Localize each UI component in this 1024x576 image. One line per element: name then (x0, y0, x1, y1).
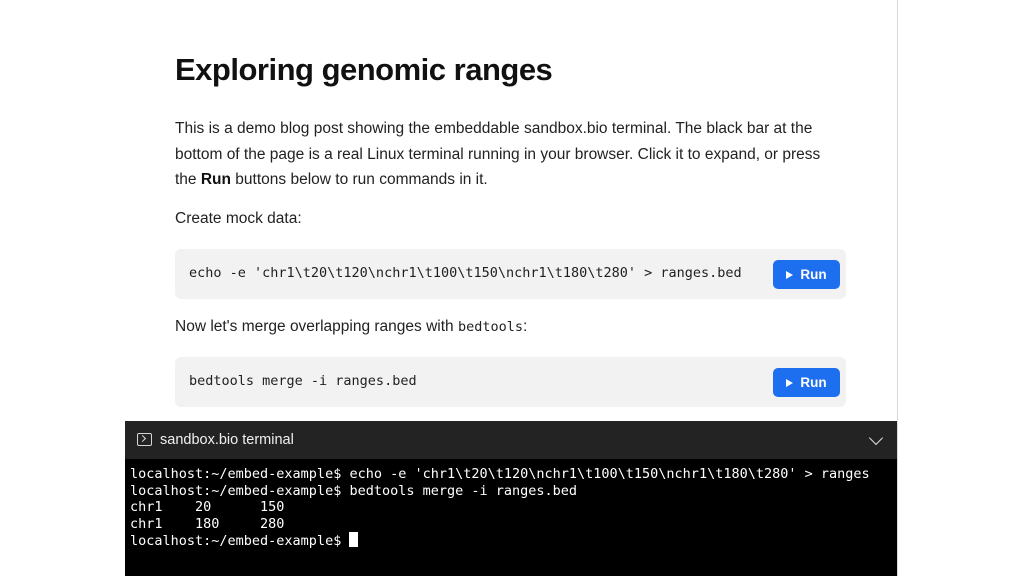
chevron-down-icon[interactable] (868, 430, 884, 446)
terminal-panel[interactable]: sandbox.bio terminal localhost:~/embed-e… (125, 421, 897, 576)
play-icon (786, 270, 794, 279)
page-title: Exploring genomic ranges (175, 52, 553, 87)
step2-label-text: Now let's merge overlapping ranges with (175, 318, 458, 335)
terminal-line: chr1 20 150 (130, 499, 285, 515)
step2-label: Now let's merge overlapping ranges with … (175, 318, 527, 336)
page: Exploring genomic ranges This is a demo … (0, 0, 1024, 576)
terminal-line: localhost:~/embed-example$ bedtools merg… (130, 482, 578, 499)
terminal-cursor (349, 532, 359, 547)
step2-label-colon: : (523, 318, 528, 335)
bedtools-inline-code: bedtools (457, 319, 523, 335)
terminal-line: chr1 180 280 (130, 515, 285, 532)
code-create-data[interactable]: echo -e 'chr1\t20\t120\nchr1\t100\t150\n… (189, 265, 774, 281)
run-button-merge[interactable]: Run (773, 368, 840, 397)
terminal-output[interactable]: localhost:~/embed-example$ echo -e 'chr1… (130, 466, 897, 576)
play-icon (786, 378, 794, 387)
run-button-label: Run (800, 267, 827, 282)
intro-text-end: buttons below to run commands in it. (231, 171, 488, 188)
intro-paragraph: This is a demo blog post showing the emb… (175, 116, 846, 193)
run-button-label: Run (800, 375, 827, 390)
terminal-icon (137, 433, 152, 446)
run-button-create-data[interactable]: Run (773, 260, 840, 289)
code-merge[interactable]: bedtools merge -i ranges.bed (189, 373, 774, 389)
terminal-prompt: localhost:~/embed-example$ (130, 533, 350, 549)
terminal-prompt-line[interactable]: localhost:~/embed-example$ (130, 532, 897, 549)
code-block-merge: bedtools merge -i ranges.bed Run (175, 357, 846, 407)
page-divider (897, 0, 898, 576)
terminal-header[interactable]: sandbox.bio terminal (125, 421, 897, 459)
terminal-line: localhost:~/embed-example$ echo -e 'chr1… (130, 466, 870, 482)
intro-run-bold: Run (200, 171, 231, 188)
terminal-title: sandbox.bio terminal (160, 432, 294, 448)
code-block-create-data: echo -e 'chr1\t20\t120\nchr1\t100\t150\n… (175, 249, 846, 299)
step1-label: Create mock data: (175, 210, 302, 227)
